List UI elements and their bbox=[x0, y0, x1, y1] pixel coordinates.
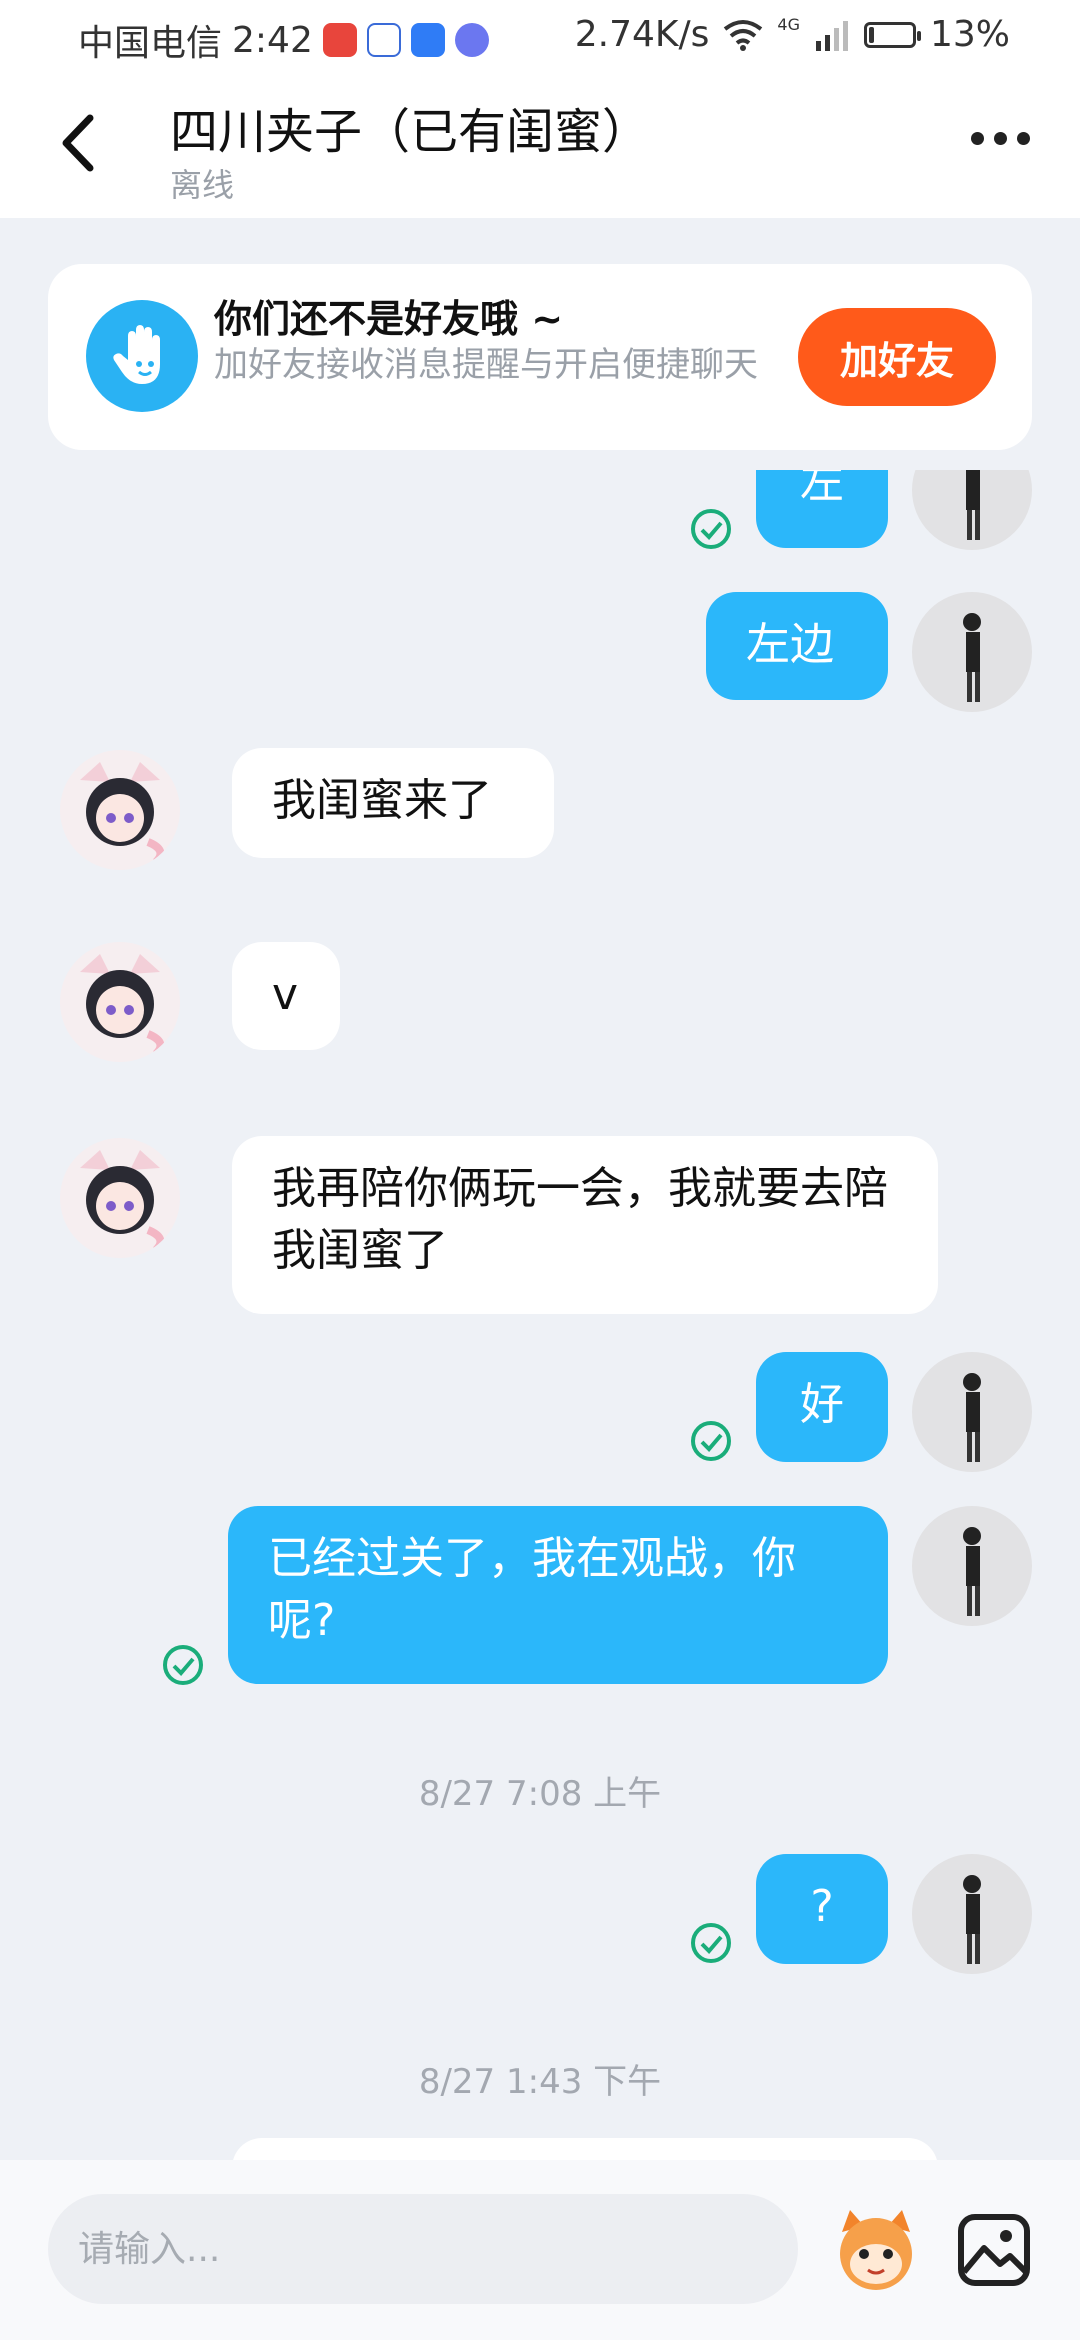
add-friend-banner: 你们还不是好友哦 ~ 加好友接收消息提醒与开启便捷聊天 加好友 bbox=[48, 264, 1032, 450]
add-friend-button[interactable]: 加好友 bbox=[798, 308, 996, 406]
message-bubble-outgoing[interactable]: 左 bbox=[756, 470, 888, 548]
message-bubble-outgoing[interactable]: 已经过关了，我在观战，你呢? bbox=[228, 1506, 888, 1684]
input-bar bbox=[0, 2160, 1080, 2340]
network-speed: 2.74K/s bbox=[574, 14, 710, 55]
message-bubble-outgoing[interactable]: 左边 bbox=[706, 592, 888, 700]
baidu-icon bbox=[366, 23, 401, 57]
message-bubble-outgoing[interactable]: ? bbox=[756, 1854, 888, 1964]
wifi-icon bbox=[724, 19, 763, 51]
message-input[interactable] bbox=[48, 2194, 798, 2304]
my-avatar[interactable] bbox=[912, 1352, 1032, 1472]
network-type: 4G bbox=[777, 15, 800, 34]
contact-avatar[interactable] bbox=[60, 942, 180, 1062]
image-picker-icon[interactable] bbox=[956, 2212, 1032, 2288]
status-left: 中国电信 2:42 bbox=[78, 14, 489, 66]
message-bubble-incoming[interactable]: 我闺蜜来了 bbox=[232, 748, 554, 858]
emoji-sticker-icon[interactable] bbox=[828, 2202, 924, 2298]
message-timestamp: 8/27 7:08 上午 bbox=[418, 1774, 662, 1814]
status-right: 2.74K/s 4G 13% bbox=[575, 14, 1010, 55]
more-options-icon[interactable] bbox=[971, 132, 1030, 145]
online-status: 离线 bbox=[170, 166, 235, 204]
battery-icon bbox=[863, 21, 921, 48]
contact-avatar[interactable] bbox=[60, 750, 180, 870]
read-check-icon bbox=[691, 1923, 731, 1963]
message-bubble-outgoing[interactable]: 好 bbox=[756, 1352, 888, 1462]
clock: 2:42 bbox=[232, 19, 313, 61]
notification-app-icon bbox=[322, 23, 357, 57]
status-bar: 中国电信 2:42 2.74K/s 4G 13% bbox=[0, 0, 1080, 72]
chat-title: 四川夹子（已有闺蜜） bbox=[170, 104, 651, 160]
signal-icon bbox=[815, 20, 848, 51]
battery-percent: 13% bbox=[929, 14, 1010, 55]
carrier-label: 中国电信 bbox=[78, 23, 223, 64]
weather-icon bbox=[410, 23, 445, 57]
read-check-icon bbox=[691, 509, 731, 549]
contact-avatar[interactable] bbox=[60, 1138, 180, 1258]
music-icon bbox=[454, 23, 489, 57]
message-bubble-incoming[interactable]: v bbox=[232, 942, 340, 1050]
banner-description: 加好友接收消息提醒与开启便捷聊天 bbox=[214, 345, 758, 385]
message-bubble-incoming[interactable]: 我再陪你俩玩一会，我就要去陪我闺蜜了 bbox=[232, 1136, 938, 1314]
message-timestamp: 8/27 1:43 下午 bbox=[418, 2062, 662, 2102]
back-arrow-icon[interactable] bbox=[52, 108, 112, 178]
banner-title: 你们还不是好友哦 ~ bbox=[214, 297, 564, 341]
read-check-icon bbox=[163, 1645, 203, 1685]
chat-header: 四川夹子（已有闺蜜） 离线 bbox=[0, 72, 1080, 218]
read-check-icon bbox=[691, 1421, 731, 1461]
my-avatar[interactable] bbox=[912, 1506, 1032, 1626]
waving-hand-icon bbox=[86, 300, 198, 412]
message-list[interactable]: 左 左边 我闺蜜来了 v 我再陪你俩玩一会，我就要去陪我闺蜜了 好 已经过关了，… bbox=[0, 470, 1080, 2160]
my-avatar[interactable] bbox=[912, 1854, 1032, 1974]
my-avatar[interactable] bbox=[912, 470, 1032, 550]
message-bubble-incoming[interactable] bbox=[232, 2138, 938, 2160]
my-avatar[interactable] bbox=[912, 592, 1032, 712]
